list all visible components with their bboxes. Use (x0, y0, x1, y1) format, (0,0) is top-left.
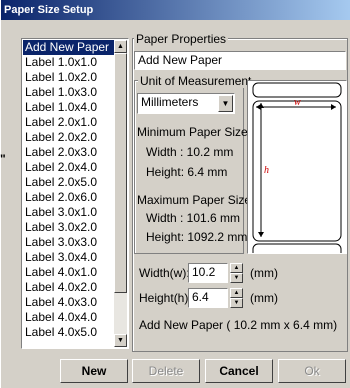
scroll-thumb[interactable] (114, 53, 127, 293)
max-height-text: Height: 1092.2 mm (146, 230, 248, 244)
paper-preview: w h (247, 80, 347, 259)
width-spinner[interactable]: ▲ ▼ (230, 263, 243, 283)
width-unit: (mm) (250, 266, 278, 280)
list-item[interactable]: Label 4.0x4.0 (23, 310, 116, 325)
paper-list-scrollbar[interactable]: ▲ ▼ (114, 40, 127, 347)
list-item[interactable]: Label 2.0x6.0 (23, 190, 116, 205)
paper-name-field[interactable]: Add New Paper (134, 51, 346, 70)
preview-h-label: h (264, 165, 269, 176)
list-item[interactable]: Label 3.0x4.0 (23, 250, 116, 265)
list-item[interactable]: Label 1.0x2.0 (23, 70, 116, 85)
list-item[interactable]: Label 4.0x2.0 (23, 280, 116, 295)
chevron-down-icon[interactable]: ▼ (218, 95, 233, 112)
max-width-text: Width : 101.6 mm (146, 211, 241, 225)
cancel-button[interactable]: Cancel (205, 359, 273, 383)
list-item[interactable]: Label 2.0x4.0 (23, 160, 116, 175)
list-item[interactable]: Label 2.0x3.0 (23, 145, 116, 160)
list-item[interactable]: Label 1.0x1.0 (23, 55, 116, 70)
list-item[interactable]: Label 2.0x1.0 (23, 115, 116, 130)
list-item[interactable]: Add New Paper (23, 40, 116, 55)
preview-w-label: w (294, 97, 301, 108)
list-item[interactable]: Label 4.0x1.0 (23, 265, 116, 280)
max-sizes-title: Maximum Paper Sizes: (137, 193, 261, 207)
list-item[interactable]: Label 2.0x2.0 (23, 130, 116, 145)
list-item[interactable]: Label 3.0x3.0 (23, 235, 116, 250)
spin-down-arrow-icon[interactable]: ▼ (230, 298, 243, 308)
list-item[interactable]: Label 1.0x4.0 (23, 100, 116, 115)
list-item[interactable]: Label 2.0x5.0 (23, 175, 116, 190)
width-input[interactable]: 10.2 (188, 263, 228, 283)
height-unit: (mm) (250, 291, 278, 305)
list-item[interactable]: Label 4.0x5.0 (23, 325, 116, 340)
list-item[interactable]: Label 1.0x3.0 (23, 85, 116, 100)
spin-up-arrow-icon[interactable]: ▲ (230, 288, 243, 298)
paper-list[interactable]: Add New Paper Label 1.0x1.0 Label 1.0x2.0 L… (21, 38, 129, 349)
paper-properties-legend: Paper Properties (134, 32, 229, 46)
unit-select-value: Millimeters (141, 95, 199, 109)
dialog-title: Paper Size Setup (1, 0, 350, 20)
list-item[interactable]: Label 3.0x2.0 (23, 220, 116, 235)
scroll-up-arrow-icon[interactable]: ▲ (114, 40, 127, 53)
unit-select[interactable]: Millimeters ▼ (137, 93, 235, 114)
min-height-text: Height: 6.4 mm (146, 165, 228, 179)
label-diagram-icon: w h (252, 82, 342, 259)
list-item[interactable]: Label 3.0x1.0 (23, 205, 116, 220)
scroll-down-arrow-icon[interactable]: ▼ (114, 334, 127, 347)
paper-list-items: Add New Paper Label 1.0x1.0 Label 1.0x2.0 L… (23, 40, 116, 347)
height-label: Height(h): (139, 291, 192, 305)
unit-legend: Unit of Measurement (138, 74, 254, 88)
spin-down-arrow-icon[interactable]: ▼ (230, 273, 243, 283)
width-label: Width(w): (139, 266, 190, 280)
list-item[interactable]: Label 4.0x3.0 (23, 295, 116, 310)
ok-button[interactable]: Ok (278, 359, 346, 383)
min-sizes-title: Minimum Paper Sizes: (137, 125, 258, 139)
spin-up-arrow-icon[interactable]: ▲ (230, 263, 243, 273)
height-spinner[interactable]: ▲ ▼ (230, 288, 243, 308)
min-width-text: Width : 10.2 mm (146, 145, 234, 159)
stray-mark: " (0, 152, 6, 166)
delete-button[interactable]: Delete (132, 359, 200, 383)
size-summary: Add New Paper ( 10.2 mm x 6.4 mm) (139, 318, 338, 332)
paper-size-setup-dialog: Paper Size Setup Add New Paper Label 1.0x… (0, 0, 350, 388)
height-input[interactable]: 6.4 (188, 288, 228, 308)
new-button[interactable]: New (60, 359, 128, 383)
